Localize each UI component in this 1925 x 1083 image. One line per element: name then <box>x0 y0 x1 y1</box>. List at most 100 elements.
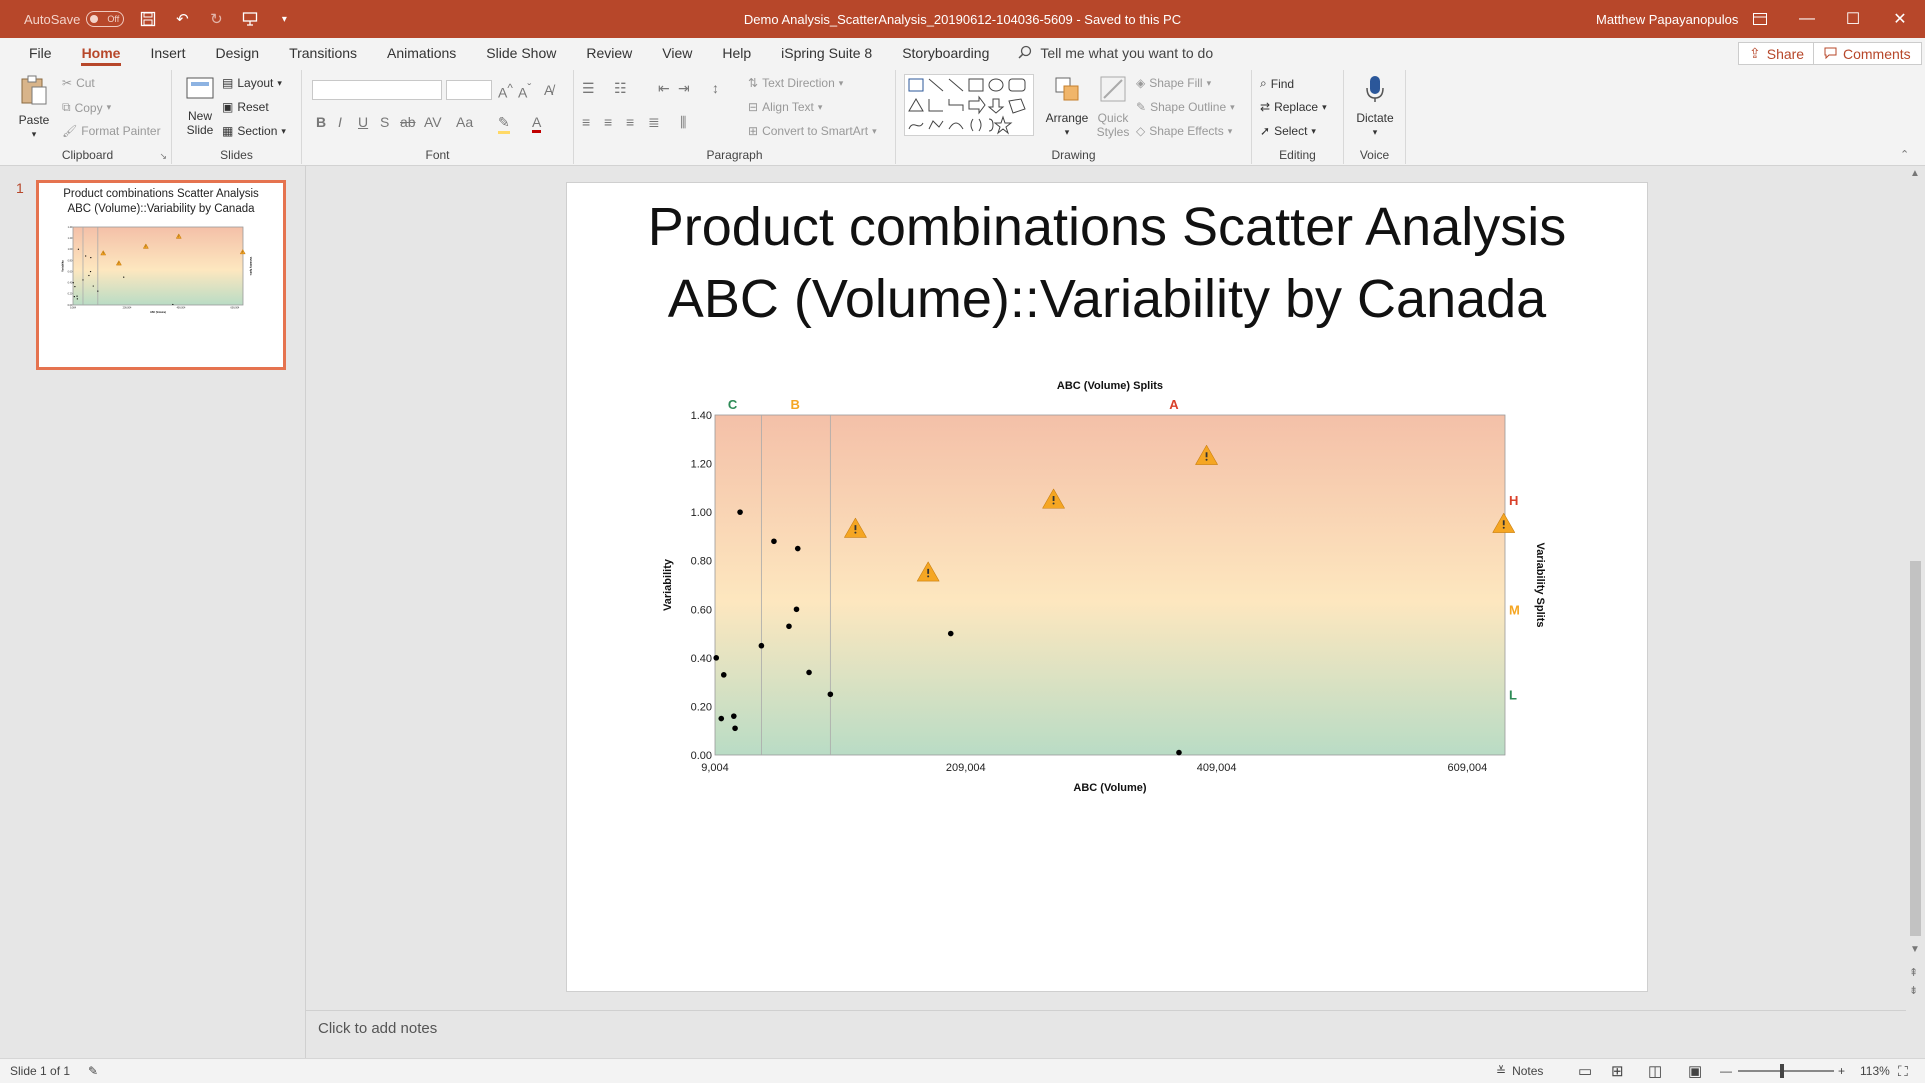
tell-me-search[interactable]: Tell me what you want to do <box>1004 45 1213 62</box>
align-center-icon[interactable]: ≡ <box>604 114 612 130</box>
new-slide-button[interactable]: New Slide <box>180 74 220 137</box>
comments-button[interactable]: Comments <box>1813 42 1922 65</box>
autosave-toggle[interactable]: AutoSave Off <box>24 11 125 27</box>
save-icon[interactable] <box>138 9 158 29</box>
font-name-box[interactable] <box>312 80 442 100</box>
tab-view[interactable]: View <box>647 38 707 68</box>
shapes-gallery[interactable] <box>904 74 1034 136</box>
zoom-level[interactable]: 113% <box>1860 1064 1890 1078</box>
tab-review[interactable]: Review <box>571 38 647 68</box>
slide-canvas[interactable]: Product combinations Scatter Analysis AB… <box>566 182 1648 992</box>
reset-button[interactable]: ▣ Reset <box>222 100 269 114</box>
present-icon[interactable] <box>240 9 260 29</box>
shape-fill-button[interactable]: ◈ Shape Fill ▾ <box>1136 76 1211 90</box>
bullets-icon[interactable]: ☰ <box>582 80 595 97</box>
share-button[interactable]: ⇪ Share <box>1738 42 1816 65</box>
notes-pane[interactable]: Click to add notes <box>306 1010 1906 1058</box>
line-spacing-icon[interactable]: ↕ <box>712 80 719 96</box>
reading-view-icon[interactable]: ◫ <box>1648 1062 1662 1080</box>
cut-button[interactable]: ✂ Cut <box>62 76 95 90</box>
italic-icon[interactable]: I <box>338 114 342 130</box>
convert-smartart-button[interactable]: ⊞ Convert to SmartArt ▾ <box>748 124 877 138</box>
normal-view-icon[interactable]: ▭ <box>1578 1062 1592 1080</box>
align-right-icon[interactable]: ≡ <box>626 114 634 130</box>
shape-outline-button[interactable]: ✎ Shape Outline ▾ <box>1136 100 1235 114</box>
warning-bar <box>1052 496 1055 501</box>
increase-indent-icon[interactable]: ⇥ <box>678 80 690 97</box>
format-painter-button[interactable]: 🖌 Format Painter <box>62 124 161 138</box>
clear-formatting-icon[interactable]: A̸ <box>544 82 553 98</box>
bold-icon[interactable]: B <box>316 114 326 130</box>
tab-help[interactable]: Help <box>707 38 766 68</box>
shrink-font-icon[interactable]: Aˇ <box>518 82 531 101</box>
justify-icon[interactable]: ≣ <box>648 114 660 131</box>
spell-check-icon[interactable]: ✎ <box>88 1064 98 1078</box>
zoom-out-icon[interactable]: — <box>1720 1064 1732 1078</box>
character-spacing-icon[interactable]: AV <box>424 114 442 130</box>
user-name[interactable]: Matthew Papayanopulos <box>1596 12 1738 27</box>
vertical-scrollbar[interactable]: ▲ ▼ ⇞ ⇟ <box>1906 166 1925 1008</box>
previous-slide-icon[interactable]: ⇞ <box>1909 966 1918 979</box>
collapse-ribbon-icon[interactable]: ⌃ <box>1900 148 1909 161</box>
zoom-slider[interactable] <box>1738 1064 1834 1078</box>
zoom-in-icon[interactable]: + <box>1838 1064 1845 1078</box>
align-left-icon[interactable]: ≡ <box>582 114 590 130</box>
y-axis-label: Variability <box>61 260 64 272</box>
scrollbar-thumb[interactable] <box>1910 561 1921 936</box>
underline-icon[interactable]: U <box>358 114 368 130</box>
tab-ispring[interactable]: iSpring Suite 8 <box>766 38 887 68</box>
text-direction-button[interactable]: ⇅ Text Direction ▾ <box>748 76 843 90</box>
minimize-icon[interactable]: — <box>1784 0 1830 38</box>
section-button[interactable]: ▦ Section ▾ <box>222 124 286 138</box>
quick-styles-button[interactable]: Quick Styles <box>1090 74 1136 139</box>
font-color-icon[interactable]: A <box>532 114 542 133</box>
find-button[interactable]: ⌕ Find <box>1260 76 1294 91</box>
strikethrough-icon[interactable]: ab <box>400 114 416 130</box>
maximize-icon[interactable]: ☐ <box>1830 0 1876 38</box>
dialog-launcher-icon[interactable]: ↘ <box>159 151 167 162</box>
slide-thumbnail[interactable]: Product combinations Scatter Analysis AB… <box>36 180 286 370</box>
customize-toolbar-icon[interactable]: ▾ <box>274 9 294 29</box>
layout-button[interactable]: ▤ Layout ▾ <box>222 76 282 90</box>
slideshow-view-icon[interactable]: ▣ <box>1688 1062 1702 1080</box>
tab-slide-show[interactable]: Slide Show <box>471 38 571 68</box>
grow-font-icon[interactable]: A^ <box>498 82 513 101</box>
font-size-box[interactable] <box>446 80 492 100</box>
highlight-icon[interactable]: ✎ <box>498 114 510 134</box>
redo-icon[interactable]: ↻ <box>206 9 226 29</box>
next-slide-icon[interactable]: ⇟ <box>1909 984 1918 997</box>
columns-icon[interactable]: ⫼ <box>680 114 686 131</box>
close-icon[interactable]: ✕ <box>1877 0 1923 38</box>
tab-design[interactable]: Design <box>200 38 274 68</box>
tab-animations[interactable]: Animations <box>372 38 471 68</box>
change-case-icon[interactable]: Aa <box>456 114 473 130</box>
paste-button[interactable]: Paste ▾ <box>14 74 54 141</box>
align-text-button[interactable]: ⊟ Align Text ▾ <box>748 100 822 114</box>
zoom-slider-thumb[interactable] <box>1780 1064 1784 1078</box>
tab-transitions[interactable]: Transitions <box>274 38 372 68</box>
ribbon-display-icon[interactable] <box>1737 0 1783 38</box>
copy-button[interactable]: ⧉ Copy ▾ <box>62 100 111 115</box>
decrease-indent-icon[interactable]: ⇤ <box>658 80 670 97</box>
tab-storyboarding[interactable]: Storyboarding <box>887 38 1004 68</box>
tab-file[interactable]: File <box>14 38 67 68</box>
fit-slide-icon[interactable]: ⛶ <box>1898 1063 1908 1080</box>
autosave-switch[interactable]: Off <box>86 11 125 27</box>
notes-toggle-button[interactable]: ≚ Notes <box>1496 1064 1543 1078</box>
undo-icon[interactable]: ↶ <box>172 9 192 29</box>
data-point <box>88 274 90 277</box>
dictate-button[interactable]: Dictate ▾ <box>1350 74 1400 139</box>
select-button[interactable]: ➚ Select ▾ <box>1260 124 1316 138</box>
scatter-chart[interactable]: ABC (Volume) Splits C B A H M L 0.00 0.20 0.40 0.6… <box>567 183 1649 993</box>
scroll-down-icon[interactable]: ▼ <box>1910 944 1920 955</box>
tab-home[interactable]: Home <box>67 38 136 68</box>
shape-effects-button[interactable]: ◇ Shape Effects ▾ <box>1136 124 1232 138</box>
numbering-icon[interactable]: ☷ <box>614 80 627 97</box>
shadow-icon[interactable]: S <box>380 114 389 130</box>
arrange-button[interactable]: Arrange ▾ <box>1044 74 1090 139</box>
slide-sorter-icon[interactable]: ⊞ <box>1611 1062 1624 1080</box>
tab-insert[interactable]: Insert <box>135 38 200 68</box>
data-point <box>794 545 801 552</box>
scroll-up-icon[interactable]: ▲ <box>1910 168 1920 179</box>
replace-button[interactable]: ⇄ Replace ▾ <box>1260 100 1327 114</box>
